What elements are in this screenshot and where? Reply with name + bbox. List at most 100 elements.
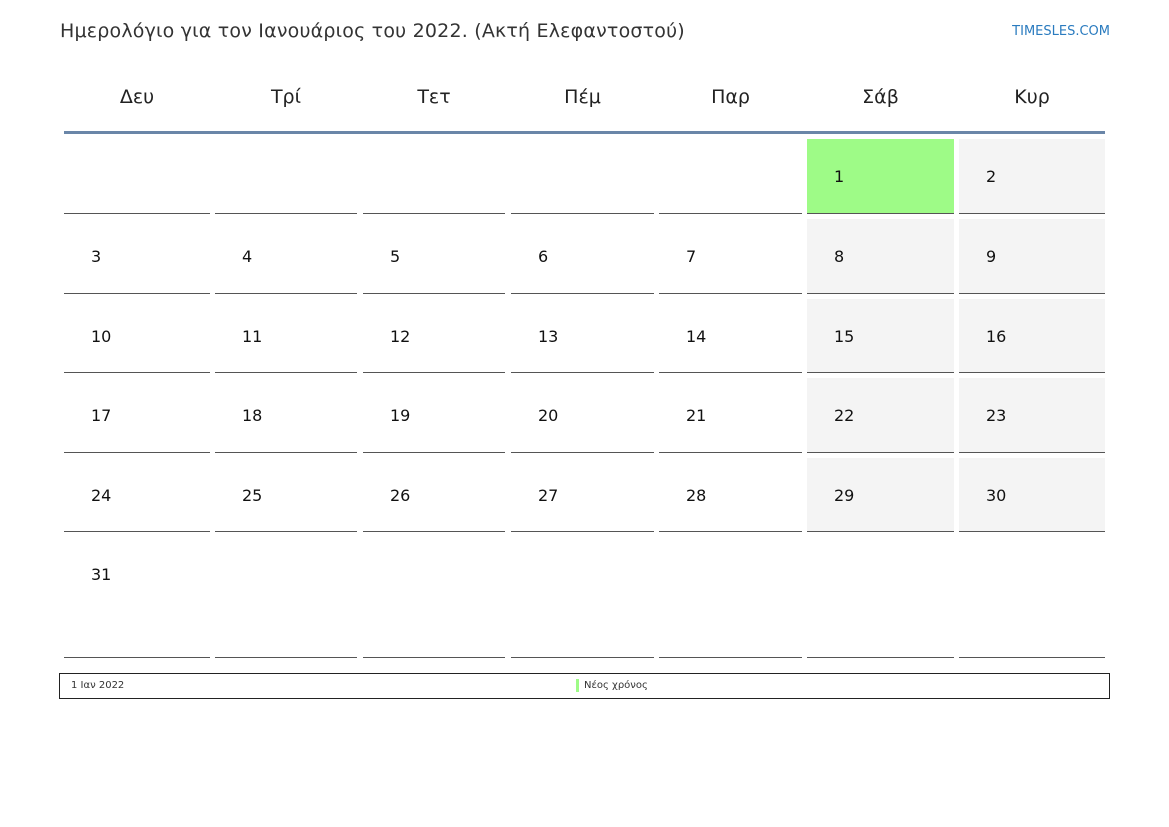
day-cell[interactable]: 29 xyxy=(807,458,954,532)
day-number: 21 xyxy=(686,406,707,425)
cell-underline xyxy=(959,372,1105,373)
day-cell[interactable]: 26 xyxy=(363,458,505,532)
day-cell[interactable]: 2 xyxy=(959,139,1105,214)
cell-underline xyxy=(64,213,210,214)
cell-underline xyxy=(959,293,1105,294)
empty-cell xyxy=(511,537,654,658)
day-cell[interactable]: 28 xyxy=(659,458,802,532)
weekday-header: Παρ xyxy=(711,86,750,108)
day-cell[interactable]: 15 xyxy=(807,299,954,373)
cell-underline xyxy=(64,452,210,453)
day-number: 16 xyxy=(986,327,1007,346)
day-cell[interactable]: 24 xyxy=(64,458,210,532)
day-number: 28 xyxy=(686,486,707,505)
day-cell[interactable]: 9 xyxy=(959,219,1105,294)
day-number: 27 xyxy=(538,486,559,505)
cell-underline xyxy=(511,372,654,373)
cell-underline xyxy=(659,372,802,373)
day-cell[interactable]: 31 xyxy=(64,537,210,658)
day-cell[interactable]: 11 xyxy=(215,299,357,373)
cell-underline xyxy=(807,531,954,532)
day-cell[interactable]: 14 xyxy=(659,299,802,373)
empty-cell xyxy=(659,139,802,214)
weekday-header: Τετ xyxy=(417,86,451,108)
cell-underline xyxy=(64,657,210,658)
day-cell[interactable]: 4 xyxy=(215,219,357,294)
cell-underline xyxy=(807,372,954,373)
day-cell[interactable]: 12 xyxy=(363,299,505,373)
day-cell[interactable]: 21 xyxy=(659,378,802,453)
empty-cell xyxy=(64,139,210,214)
day-number: 19 xyxy=(390,406,411,425)
day-cell[interactable]: 27 xyxy=(511,458,654,532)
day-number: 8 xyxy=(834,247,845,266)
day-number: 29 xyxy=(834,486,855,505)
day-cell[interactable]: 1 xyxy=(807,139,954,214)
cell-underline xyxy=(511,293,654,294)
empty-cell xyxy=(511,139,654,214)
page-title: Ημερολόγιο για τον Ιανουάριος του 2022. … xyxy=(60,20,685,42)
cell-underline xyxy=(215,657,357,658)
cell-underline xyxy=(959,452,1105,453)
cell-underline xyxy=(959,213,1105,214)
day-number: 23 xyxy=(986,406,1007,425)
empty-cell xyxy=(659,537,802,658)
day-cell[interactable]: 30 xyxy=(959,458,1105,532)
day-cell[interactable]: 19 xyxy=(363,378,505,453)
day-number: 3 xyxy=(91,247,102,266)
day-number: 13 xyxy=(538,327,559,346)
day-number: 4 xyxy=(242,247,253,266)
cell-underline xyxy=(64,372,210,373)
header-divider xyxy=(64,131,1105,134)
day-cell[interactable]: 18 xyxy=(215,378,357,453)
cell-underline xyxy=(807,213,954,214)
cell-underline xyxy=(363,213,505,214)
day-number: 31 xyxy=(91,565,112,584)
weekday-header: Πέμ xyxy=(564,86,601,108)
day-cell[interactable]: 22 xyxy=(807,378,954,453)
cell-underline xyxy=(659,213,802,214)
day-cell[interactable]: 5 xyxy=(363,219,505,294)
day-number: 17 xyxy=(91,406,112,425)
cell-underline xyxy=(215,531,357,532)
cell-underline xyxy=(659,452,802,453)
cell-underline xyxy=(959,531,1105,532)
day-number: 26 xyxy=(390,486,411,505)
day-number: 2 xyxy=(986,167,997,186)
legend-date: 1 Ιαν 2022 xyxy=(71,680,125,691)
weekday-header: Κυρ xyxy=(1014,86,1050,108)
cell-underline xyxy=(363,372,505,373)
day-number: 24 xyxy=(91,486,112,505)
cell-underline xyxy=(64,531,210,532)
day-number: 18 xyxy=(242,406,263,425)
day-number: 25 xyxy=(242,486,263,505)
day-cell[interactable]: 23 xyxy=(959,378,1105,453)
cell-underline xyxy=(659,293,802,294)
day-cell[interactable]: 16 xyxy=(959,299,1105,373)
day-number: 15 xyxy=(834,327,855,346)
cell-underline xyxy=(659,531,802,532)
empty-cell xyxy=(807,537,954,658)
day-number: 6 xyxy=(538,247,549,266)
day-cell[interactable]: 3 xyxy=(64,219,210,294)
cell-underline xyxy=(807,657,954,658)
day-cell[interactable]: 20 xyxy=(511,378,654,453)
day-cell[interactable]: 10 xyxy=(64,299,210,373)
cell-underline xyxy=(807,293,954,294)
cell-underline xyxy=(511,657,654,658)
day-cell[interactable]: 25 xyxy=(215,458,357,532)
day-cell[interactable]: 17 xyxy=(64,378,210,453)
cell-underline xyxy=(511,213,654,214)
empty-cell xyxy=(959,537,1105,658)
day-number: 1 xyxy=(834,167,845,186)
day-cell[interactable]: 7 xyxy=(659,219,802,294)
holiday-legend: 1 Ιαν 2022 Νέος χρόνος xyxy=(59,673,1110,699)
empty-cell xyxy=(363,139,505,214)
day-cell[interactable]: 13 xyxy=(511,299,654,373)
brand-link[interactable]: TIMESLES.COM xyxy=(1012,24,1110,39)
day-cell[interactable]: 6 xyxy=(511,219,654,294)
cell-underline xyxy=(363,657,505,658)
day-number: 10 xyxy=(91,327,112,346)
weekday-header: Σάβ xyxy=(862,86,899,108)
day-cell[interactable]: 8 xyxy=(807,219,954,294)
